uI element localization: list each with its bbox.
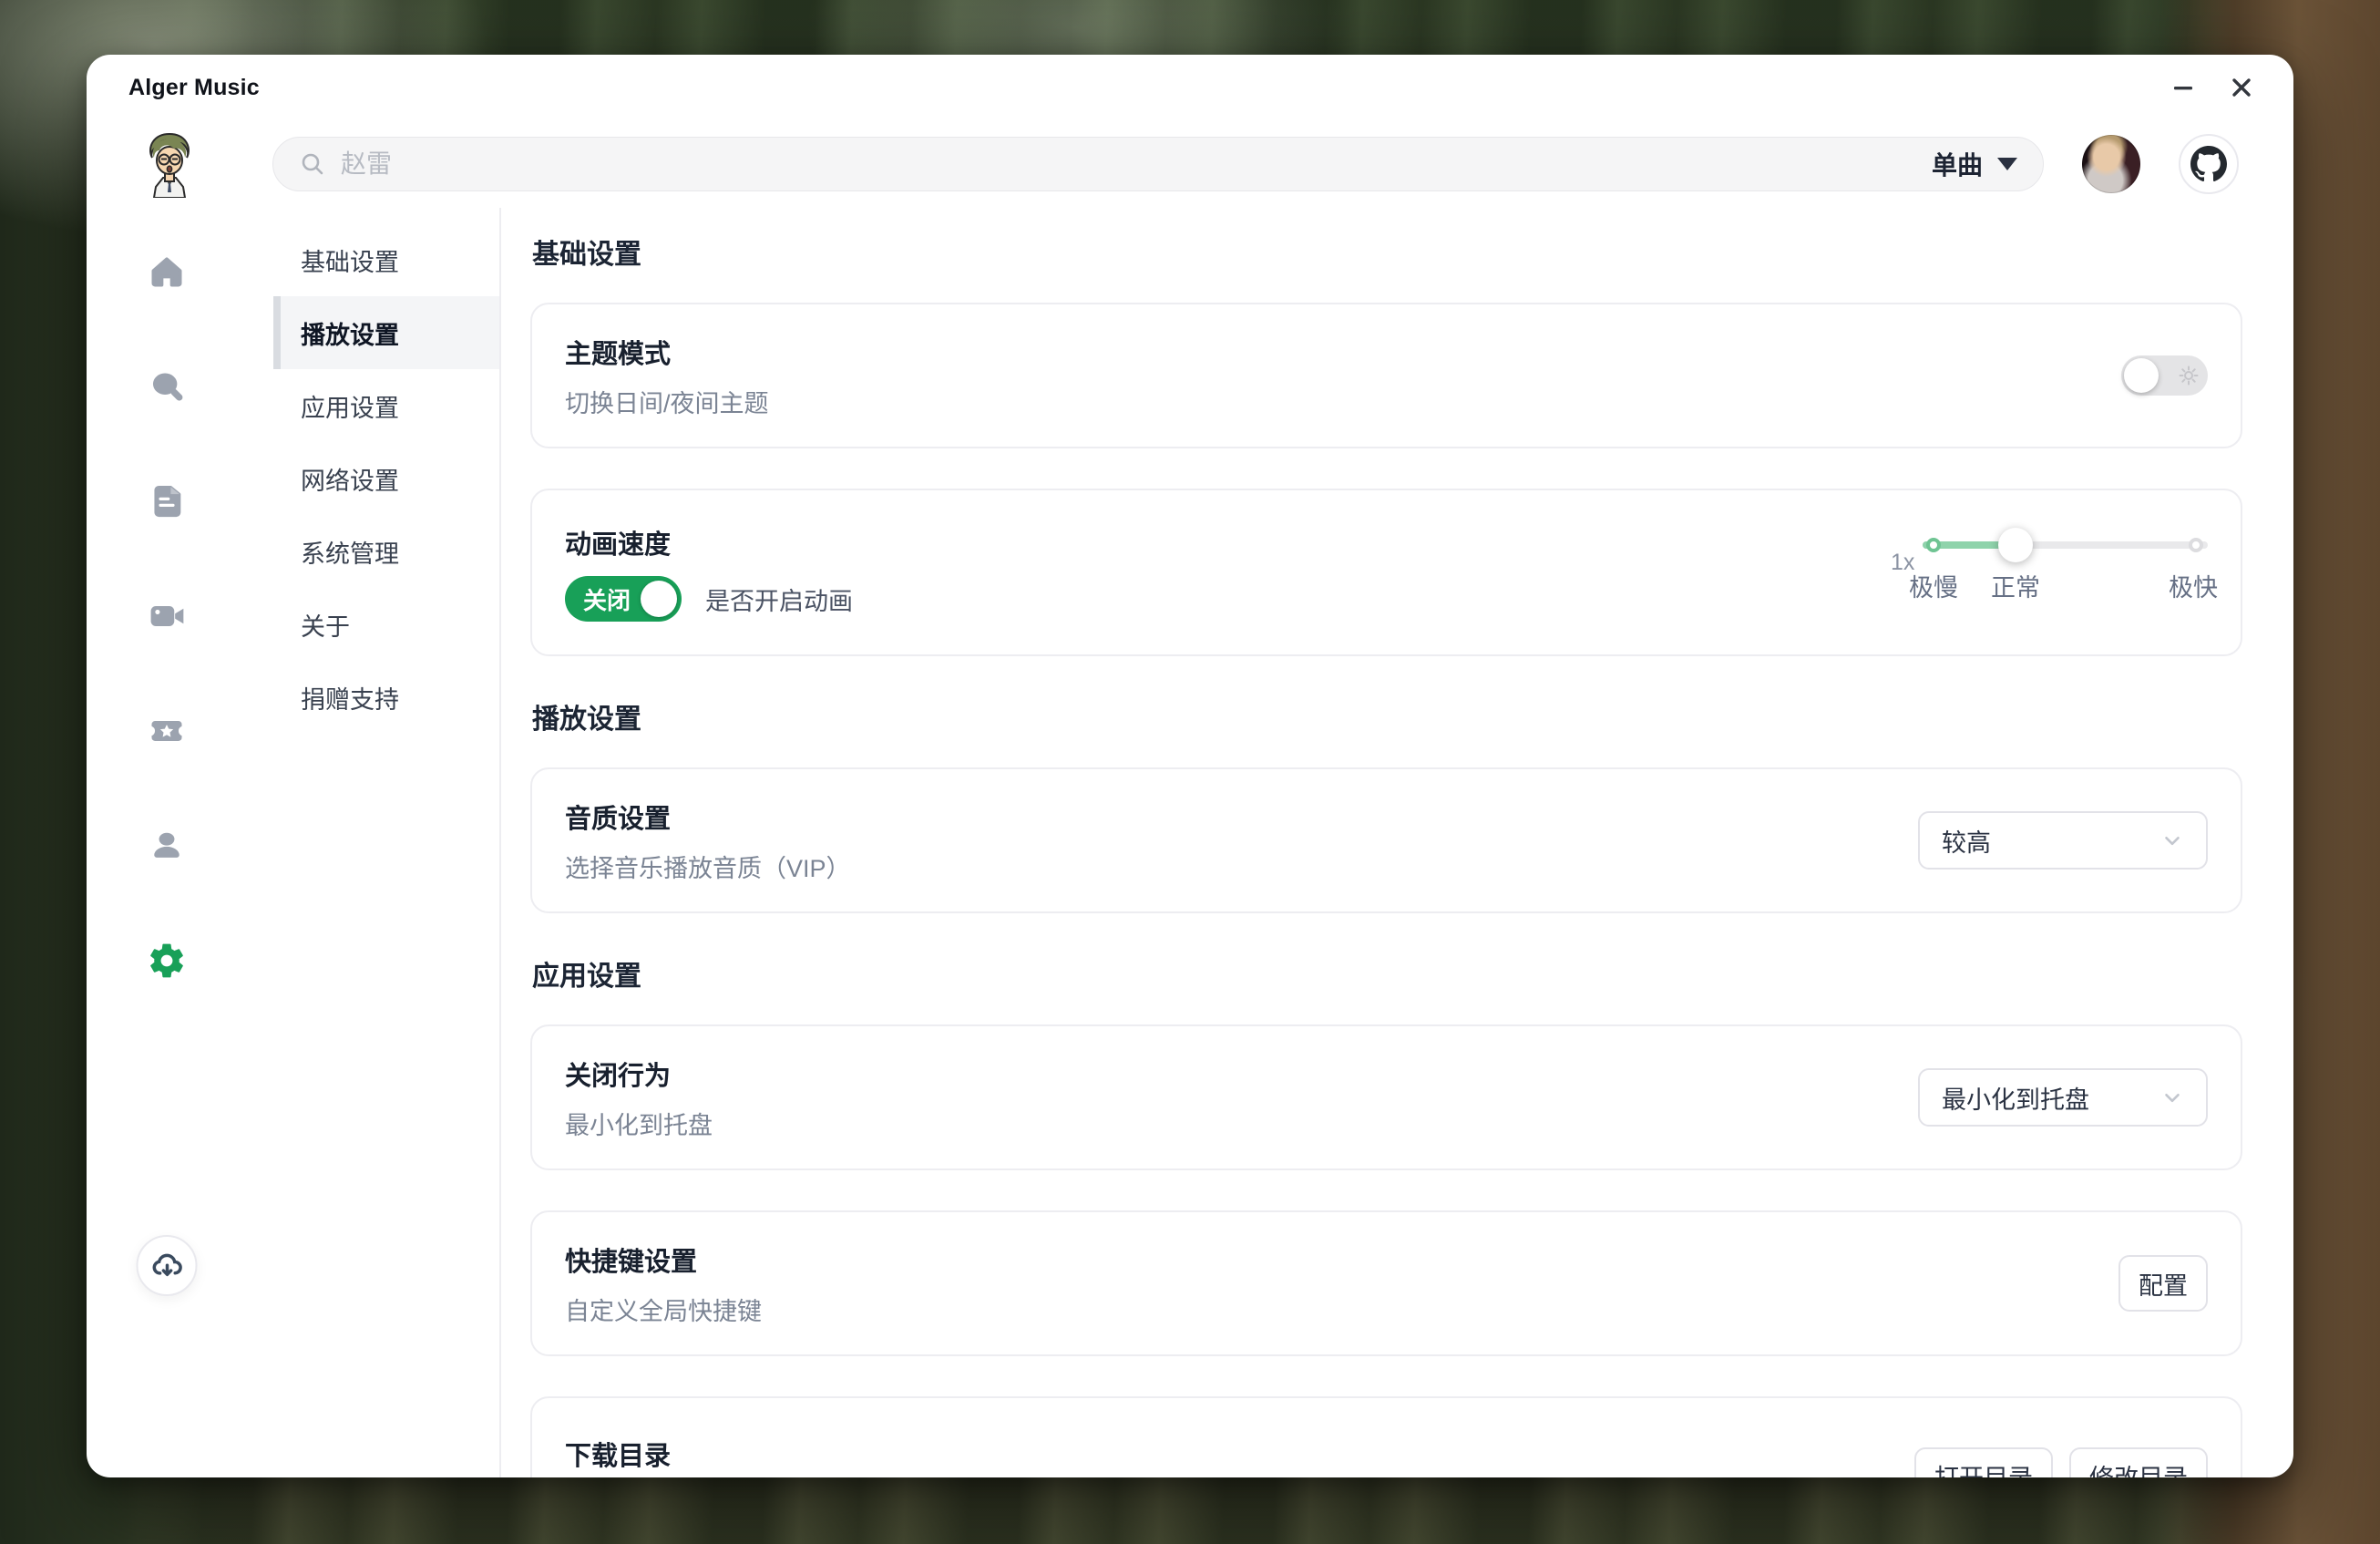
audio-quality-title: 音质设置	[565, 798, 851, 836]
menu-item-about[interactable]: 关于	[273, 588, 499, 661]
user-avatar[interactable]	[2082, 135, 2140, 193]
audio-quality-select[interactable]: 较高	[1918, 811, 2208, 870]
nav-rail	[87, 208, 247, 1477]
nav-user[interactable]	[147, 826, 187, 866]
document-icon	[148, 482, 186, 520]
slider-mark-normal: 正常	[1991, 568, 2040, 603]
animation-switch-knob[interactable]	[641, 581, 677, 617]
close-behavior-title: 关闭行为	[565, 1055, 713, 1093]
search-nav-icon	[147, 366, 187, 407]
ticket-star-icon	[147, 711, 187, 751]
nav-documents[interactable]	[147, 481, 187, 521]
nav-search[interactable]	[147, 366, 187, 407]
title-bar: Alger Music	[87, 55, 2293, 120]
theme-mode-title: 主题模式	[565, 333, 769, 371]
nav-settings[interactable]	[147, 941, 187, 981]
home-icon	[147, 252, 187, 292]
video-icon	[147, 596, 187, 636]
nav-home[interactable]	[147, 252, 187, 292]
menu-item-donate[interactable]: 捐赠支持	[273, 661, 499, 734]
search-input[interactable]	[339, 149, 1932, 180]
github-button[interactable]	[2179, 134, 2239, 194]
settings-gear-icon	[147, 940, 187, 982]
cloud-download-icon	[149, 1249, 184, 1283]
audio-quality-value: 较高	[1942, 823, 2160, 859]
nav-mv[interactable]	[147, 596, 187, 636]
theme-mode-card: 主题模式 切换日间/夜间主题	[530, 303, 2242, 448]
search-bar[interactable]: 单曲	[272, 137, 2044, 191]
menu-item-basic[interactable]: 基础设置	[273, 223, 499, 296]
section-heading-basic: 基础设置	[532, 235, 2242, 275]
slider-start-dot	[1926, 538, 1941, 552]
animation-speed-title: 动画速度	[565, 523, 853, 561]
theme-toggle[interactable]	[2121, 355, 2208, 396]
close-behavior-desc: 最小化到托盘	[565, 1106, 713, 1141]
main-area: 基础设置 播放设置 应用设置 网络设置 系统管理 关于 捐赠支持 基础设置 主题…	[87, 208, 2293, 1477]
minimize-icon	[2170, 74, 2197, 101]
settings-content: 基础设置 主题模式 切换日间/夜间主题 动画速度	[501, 208, 2293, 1477]
animation-speed-card: 动画速度 关闭 是否开启动画 1x	[530, 489, 2242, 656]
section-heading-application: 应用设置	[532, 957, 2242, 997]
theme-toggle-knob[interactable]	[2124, 358, 2159, 393]
animation-switch[interactable]: 关闭	[565, 576, 682, 622]
animation-switch-desc: 是否开启动画	[705, 582, 853, 617]
chevron-down-icon	[2160, 829, 2184, 852]
slider-knob[interactable]	[1998, 528, 2033, 562]
close-behavior-value: 最小化到托盘	[1942, 1080, 2160, 1116]
slider-end-dot	[2189, 538, 2203, 552]
app-title: Alger Music	[128, 75, 260, 101]
theme-mode-desc: 切换日间/夜间主题	[565, 384, 769, 419]
menu-item-application[interactable]: 应用设置	[273, 369, 499, 442]
menu-item-playback[interactable]: 播放设置	[273, 296, 499, 369]
close-icon	[2229, 75, 2254, 100]
menu-item-network[interactable]: 网络设置	[273, 442, 499, 515]
download-dir-card: 下载目录 打开目录 修改目录	[530, 1396, 2242, 1477]
github-icon	[2190, 146, 2227, 182]
header: 单曲	[87, 120, 2293, 208]
search-type-selector[interactable]: 单曲	[1932, 146, 2017, 182]
close-behavior-select[interactable]: 最小化到托盘	[1918, 1068, 2208, 1127]
hotkey-config-button[interactable]: 配置	[2118, 1255, 2208, 1312]
slider-mark-slow: 极慢	[1909, 568, 1958, 603]
settings-menu: 基础设置 播放设置 应用设置 网络设置 系统管理 关于 捐赠支持	[247, 208, 501, 1477]
close-button[interactable]	[2226, 72, 2257, 103]
open-directory-button[interactable]: 打开目录	[1914, 1447, 2053, 1477]
app-window: Alger Music	[87, 55, 2293, 1477]
audio-quality-card: 音质设置 选择音乐播放音质（VIP） 较高	[530, 767, 2242, 913]
search-icon	[299, 150, 326, 178]
animation-switch-label: 关闭	[583, 582, 631, 616]
animation-speed-slider: 1x 极慢 正常 极快	[1891, 528, 2208, 601]
section-heading-playback: 播放设置	[532, 700, 2242, 740]
download-manager-button[interactable]	[137, 1235, 198, 1296]
hotkey-desc: 自定义全局快捷键	[565, 1292, 762, 1327]
nav-favorites[interactable]	[147, 711, 187, 751]
audio-quality-desc: 选择音乐播放音质（VIP）	[565, 849, 851, 884]
hotkey-card: 快捷键设置 自定义全局快捷键 配置	[530, 1210, 2242, 1356]
search-type-label: 单曲	[1932, 146, 1983, 182]
change-directory-button[interactable]: 修改目录	[2069, 1447, 2208, 1477]
slider-mark-fast: 极快	[2169, 568, 2218, 603]
chevron-down-icon	[2160, 1086, 2184, 1109]
app-logo	[143, 130, 196, 198]
menu-item-system[interactable]: 系统管理	[273, 515, 499, 588]
minimize-button[interactable]	[2168, 72, 2199, 103]
caret-down-icon	[1997, 158, 2017, 170]
close-behavior-card: 关闭行为 最小化到托盘 最小化到托盘	[530, 1024, 2242, 1170]
window-controls	[2168, 72, 2257, 103]
user-icon	[147, 826, 187, 866]
hotkey-title: 快捷键设置	[565, 1240, 762, 1279]
sun-icon	[2178, 365, 2200, 386]
download-dir-title: 下载目录	[565, 1435, 671, 1473]
